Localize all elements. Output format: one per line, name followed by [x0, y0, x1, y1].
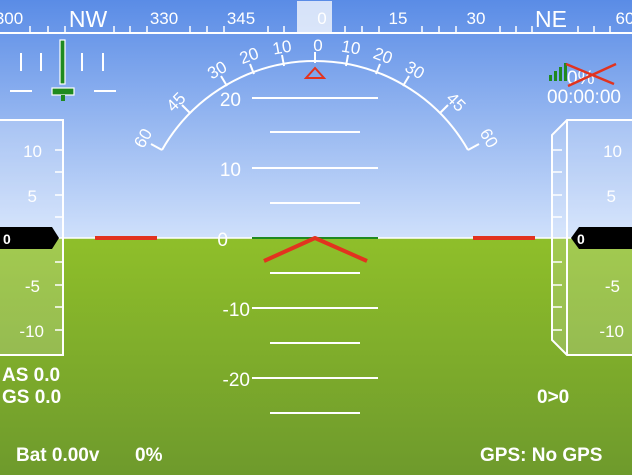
hud-svg: 300 NW 330 345 0 15 30 NE 60: [0, 0, 632, 475]
altitude-label-neg5: -5: [605, 277, 620, 296]
speed-label-10: 10: [23, 142, 42, 161]
altitude-label-10: 10: [603, 142, 622, 161]
heading-label-ne: NE: [535, 6, 567, 32]
roll-label-right-10: 10: [340, 37, 362, 59]
heading-label-300: 300: [0, 9, 23, 28]
pitch-label-0: 0: [217, 230, 228, 251]
altitude-label-5: 5: [607, 187, 616, 206]
waypoint-text: 0>0: [537, 387, 569, 408]
heading-label-nw: NW: [69, 6, 108, 32]
battery-voltage-text: Bat 0.00v: [16, 445, 100, 466]
speed-tape: 10 5 -5 -10 0: [0, 119, 64, 356]
flight-time-text: 00:00:00: [547, 87, 621, 108]
heading-tape: 300 NW 330 345 0 15 30 NE 60: [0, 1, 632, 34]
slip-base: [51, 87, 75, 96]
pitch-label-neg10: -10: [223, 300, 250, 321]
altitude-tape: 10 5 -5 -10 0: [551, 119, 632, 356]
slip-bar: [59, 39, 66, 85]
heading-current-box: [297, 1, 332, 34]
groundspeed-text: GS 0.0: [2, 387, 61, 408]
hud-display: 300 NW 330 345 0 15 30 NE 60: [0, 0, 632, 475]
heading-label-30: 30: [467, 9, 486, 28]
speed-pointer-value: 0: [3, 231, 11, 247]
heading-label-15: 15: [389, 9, 408, 28]
airspeed-text: AS 0.0: [2, 365, 60, 386]
heading-label-345: 345: [227, 9, 255, 28]
altitude-pointer-value: 0: [577, 231, 585, 247]
battery-percent-text: 0%: [135, 445, 163, 466]
pitch-label-neg20: -20: [223, 370, 250, 391]
heading-label-current: 0: [317, 9, 326, 28]
speed-label-neg10: -10: [19, 322, 44, 341]
pitch-label-10: 10: [220, 160, 241, 181]
gps-status-text: GPS: No GPS: [480, 445, 602, 466]
heading-label-60: 60: [616, 9, 632, 28]
speed-label-neg5: -5: [25, 277, 40, 296]
roll-label-left-10: 10: [271, 37, 293, 59]
roll-label-top-0: 0: [313, 36, 322, 55]
heading-label-330: 330: [150, 9, 178, 28]
speed-label-5: 5: [28, 187, 37, 206]
slip-base-stem: [61, 95, 65, 101]
pitch-label-20: 20: [220, 90, 241, 111]
altitude-label-neg10: -10: [599, 322, 624, 341]
